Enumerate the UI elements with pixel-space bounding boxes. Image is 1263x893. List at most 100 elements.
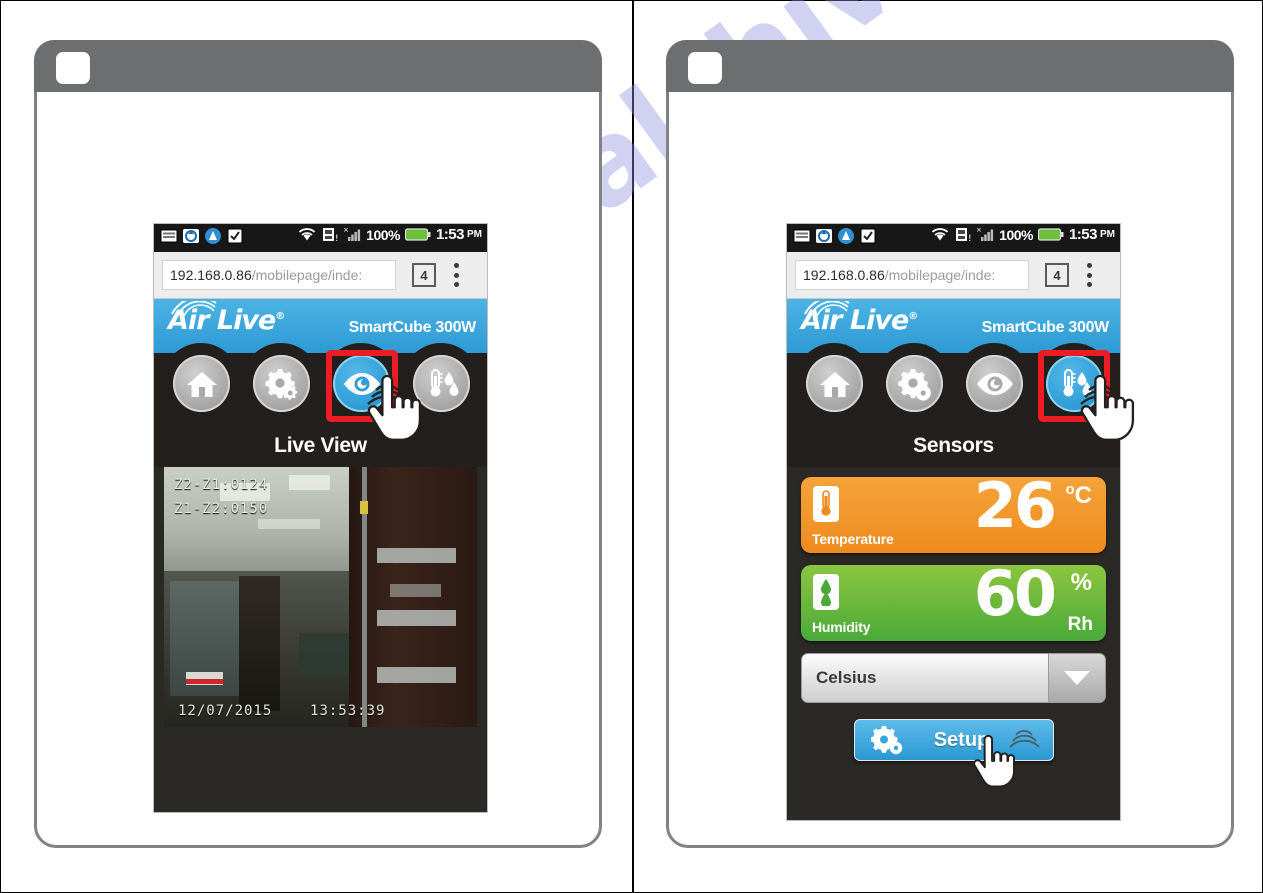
clipboard-icon	[860, 228, 876, 244]
airlive-logo: Air Live®	[801, 305, 918, 336]
video-light	[289, 474, 330, 491]
status-bar-ampm: PM	[467, 229, 482, 240]
video-light	[257, 519, 321, 530]
settings-gear-icon	[897, 368, 931, 401]
sensor-card-temperature: Temperature 26 oC	[801, 469, 1106, 553]
nav-item-home[interactable]	[173, 355, 230, 412]
phone-screenshot-sensors: ! × 100% 1:53 PM 192.168.0.86 /mobilepag…	[787, 224, 1135, 820]
battery-icon	[1037, 228, 1064, 241]
eye-icon	[976, 372, 1013, 395]
browser-url-bar: 192.168.0.86 /mobilepage/inde: 4	[154, 252, 487, 299]
sync-icon	[816, 229, 832, 243]
signal-icon: ×	[343, 226, 361, 241]
hand-cursor-icon	[972, 734, 1015, 788]
video-osd-line2: Z1-Z2:0150	[174, 501, 269, 517]
app-icon	[838, 228, 854, 244]
keyboard-icon	[793, 229, 811, 243]
video-osd-line1: Z2-Z1:0124	[174, 477, 269, 493]
wifi-icon	[299, 228, 316, 241]
url-host: 192.168.0.86	[803, 267, 885, 283]
tab-count-button[interactable]: 4	[412, 263, 436, 287]
degree-symbol: o	[1065, 481, 1075, 498]
url-input[interactable]: 192.168.0.86 /mobilepage/inde:	[795, 260, 1029, 290]
url-path: /mobilepage/inde:	[251, 267, 363, 283]
sd-card-icon: !	[956, 228, 971, 243]
status-bar: ! × 100% 1:53 PM	[787, 224, 1120, 252]
setup-button[interactable]: Setup	[853, 719, 1054, 761]
video-placard	[185, 672, 224, 686]
video-timestamp: 12/07/2015 13:53:39	[178, 703, 385, 719]
status-bar-right: ! × 100% 1:53 PM	[297, 226, 482, 243]
browser-url-bar: 192.168.0.86 /mobilepage/inde: 4	[787, 252, 1120, 299]
status-bar-right: ! × 100% 1:53 PM	[930, 226, 1115, 243]
status-bar-time: 1:53	[435, 226, 465, 243]
signal-icon: ×	[976, 226, 994, 241]
video-right-door	[348, 467, 477, 727]
svg-text:×: ×	[976, 226, 982, 234]
status-bar: ! × 100% 1:53 PM	[154, 224, 487, 252]
unit-select[interactable]: Celsius	[801, 653, 1106, 703]
tablet-topbar-left	[34, 40, 602, 92]
hand-cursor-icon	[1080, 374, 1135, 441]
sensor-unit-humidity-rh: Rh	[1067, 614, 1093, 635]
nav-icon-row	[154, 343, 487, 431]
setup-button-wrapper: Setup	[853, 719, 1054, 788]
settings-gear-icon	[870, 726, 902, 755]
kebab-menu-icon[interactable]	[1087, 263, 1092, 287]
settings-gear-icon	[264, 368, 297, 400]
home-icon	[819, 371, 850, 397]
sensor-label-humidity: Humidity	[812, 619, 871, 635]
sensor-card-list: Temperature 26 oC Humidity 60 % Rh	[787, 467, 1120, 641]
battery-percent: 100%	[999, 226, 1033, 243]
svg-text:!: !	[335, 234, 338, 243]
registered-mark: ®	[275, 311, 285, 322]
app-icon	[205, 228, 221, 244]
registered-mark: ®	[908, 311, 918, 322]
battery-percent: 100%	[366, 226, 400, 243]
nav-item-settings[interactable]	[253, 355, 310, 412]
url-path: /mobilepage/inde:	[884, 267, 996, 283]
sensor-card-humidity: Humidity 60 % Rh	[801, 563, 1106, 641]
device-model-label: SmartCube 300W	[981, 319, 1110, 336]
sensor-value-temperature: 26	[973, 469, 1057, 542]
clipboard-icon	[227, 228, 243, 244]
status-bar-left-icons	[160, 227, 244, 245]
tab-count-button[interactable]: 4	[1045, 263, 1069, 287]
svg-text:!: !	[968, 234, 971, 243]
url-host: 192.168.0.86	[170, 267, 252, 283]
status-bar-time: 1:53	[1068, 226, 1098, 243]
tablet-topbar-right	[666, 40, 1234, 92]
nav-selected-label: Live View	[154, 431, 487, 467]
status-bar-left-icons	[793, 227, 877, 245]
unit-select-value: Celsius	[816, 668, 877, 687]
battery-icon	[404, 228, 431, 241]
water-drop-icon	[813, 574, 839, 610]
video-desk	[298, 633, 349, 675]
device-model-label: SmartCube 300W	[348, 319, 477, 336]
sensor-label-temperature: Temperature	[812, 531, 894, 547]
sync-icon	[183, 229, 199, 243]
live-video-feed: Z2-Z1:0124 Z1-Z2:0150 12/07/2015 13:53:3…	[164, 467, 477, 727]
wifi-icon	[932, 228, 949, 241]
url-input[interactable]: 192.168.0.86 /mobilepage/inde:	[162, 260, 396, 290]
sensor-unit-humidity-percent: %	[1070, 569, 1092, 596]
sd-card-icon: !	[323, 228, 338, 243]
nav-item-home[interactable]	[806, 355, 863, 412]
svg-text:×: ×	[343, 226, 349, 234]
status-bar-ampm: PM	[1100, 229, 1115, 240]
home-icon	[186, 371, 217, 397]
unit-letter: C	[1074, 482, 1092, 509]
nav-item-live-view[interactable]	[966, 355, 1023, 412]
phone-screenshot-live-view: ! × 100% 1:53 PM 192.168.0.86 /mobilepag…	[154, 224, 487, 812]
tablet-top-button-right[interactable]	[688, 52, 722, 84]
sensor-unit-temperature: oC	[1065, 481, 1092, 510]
video-open-door	[239, 576, 280, 712]
airlive-logo-text: Air Live	[168, 305, 276, 336]
airlive-logo-text: Air Live	[801, 305, 909, 336]
kebab-menu-icon[interactable]	[454, 263, 459, 287]
column-divider	[632, 0, 634, 893]
keyboard-icon	[160, 229, 178, 243]
tablet-top-button-left[interactable]	[56, 52, 90, 84]
chevron-down-icon[interactable]	[1048, 654, 1105, 702]
nav-item-settings[interactable]	[886, 355, 943, 412]
